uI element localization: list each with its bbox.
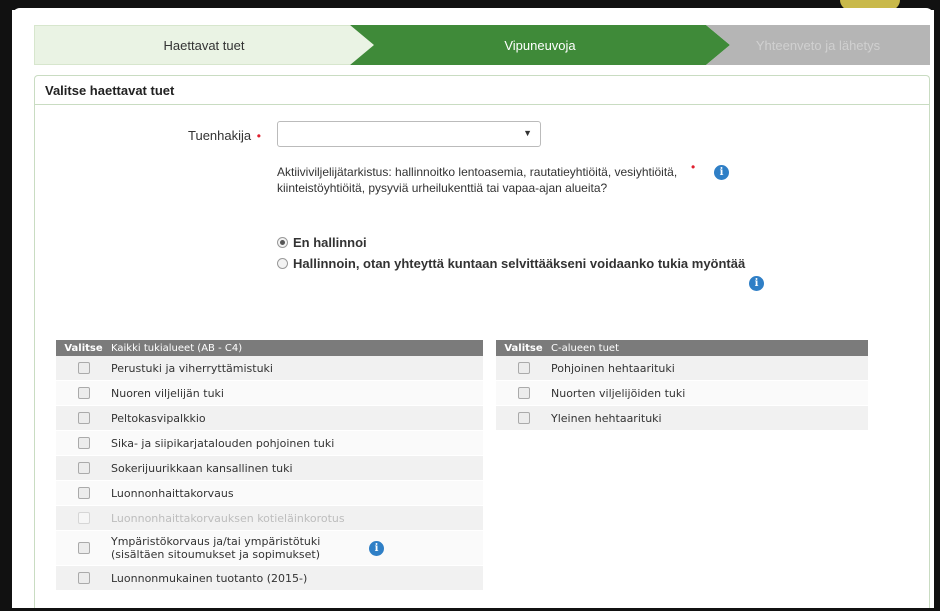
wizard-step-label: Vipuneuvoja xyxy=(504,37,576,53)
required-marker: • xyxy=(256,129,261,143)
table-row[interactable]: Yleinen hehtaarituki xyxy=(496,406,868,431)
checkbox[interactable] xyxy=(77,462,90,474)
applicant-select[interactable]: ▼ xyxy=(277,121,541,147)
row-label: Ympäristökorvaus ja/tai ympäristötuki (s… xyxy=(111,535,321,561)
checkbox xyxy=(77,512,90,524)
table-row: Luonnonhaittakorvauksen kotieläinkorotus xyxy=(56,506,483,531)
row-label: Nuorten viljelijöiden tuki xyxy=(551,386,686,400)
info-icon[interactable]: i xyxy=(749,276,764,291)
row-label: Peltokasvipalkkio xyxy=(111,411,206,425)
checkbox[interactable] xyxy=(517,412,530,424)
radio-button[interactable] xyxy=(277,258,288,269)
radio-option-not-managing[interactable]: En hallinnoi xyxy=(277,235,367,250)
radio-button[interactable] xyxy=(277,237,288,248)
wizard-step-guides[interactable]: Vipuneuvoja xyxy=(350,25,730,65)
table-body: Perustuki ja viherryttämistuki Nuoren vi… xyxy=(56,356,483,591)
column-header: Kaikki tukialueet (AB - C4) xyxy=(111,342,243,354)
row-label: Yleinen hehtaarituki xyxy=(551,411,662,425)
select-column-header: Valitse xyxy=(504,342,543,354)
checkbox[interactable] xyxy=(517,387,530,399)
applicant-label-text: Tuenhakija xyxy=(188,128,252,143)
table-row[interactable]: Sokerijuurikkaan kansallinen tuki xyxy=(56,456,483,481)
chevron-down-icon: ▼ xyxy=(523,128,532,138)
checkbox[interactable] xyxy=(77,362,90,374)
panel-title: Valitse haettavat tuet xyxy=(35,76,929,105)
select-column-header: Valitse xyxy=(64,342,103,354)
table-row[interactable]: Peltokasvipalkkio xyxy=(56,406,483,431)
wizard-step-selected-aids[interactable]: Haettavat tuet xyxy=(34,25,374,65)
table-row[interactable]: Pohjoinen hehtaarituki xyxy=(496,356,868,381)
checkbox[interactable] xyxy=(77,572,90,584)
checkbox[interactable] xyxy=(77,412,90,424)
table-row[interactable]: Ympäristökorvaus ja/tai ympäristötuki (s… xyxy=(56,531,483,566)
window-frame-right xyxy=(934,0,940,611)
info-icon[interactable]: i xyxy=(369,541,384,556)
column-header: C-alueen tuet xyxy=(551,342,619,354)
checkbox[interactable] xyxy=(77,387,90,399)
checkbox[interactable] xyxy=(77,542,90,554)
table-row[interactable]: Luonnonhaittakorvaus xyxy=(56,481,483,506)
row-label: Sokerijuurikkaan kansallinen tuki xyxy=(111,461,293,475)
row-label: Luonnonmukainen tuotanto (2015-) xyxy=(111,571,308,585)
table-row[interactable]: Sika- ja siipikarjatalouden pohjoinen tu… xyxy=(56,431,483,456)
info-icon[interactable]: i xyxy=(714,165,729,180)
checkbox[interactable] xyxy=(77,487,90,499)
wizard-step-label: Haettavat tuet xyxy=(163,37,245,53)
row-label: Luonnonhaittakorvauksen kotieläinkorotus xyxy=(111,511,345,525)
table-row[interactable]: Nuorten viljelijöiden tuki xyxy=(496,381,868,406)
checkbox[interactable] xyxy=(77,437,90,449)
wizard-step-label: Yhteenveto ja lähetys xyxy=(755,37,881,53)
table-body: Pohjoinen hehtaarituki Nuorten viljelijö… xyxy=(496,356,868,431)
row-label: Nuoren viljelijän tuki xyxy=(111,386,224,400)
radio-label: En hallinnoi xyxy=(293,235,367,250)
row-label: Pohjoinen hehtaarituki xyxy=(551,361,675,375)
table-header: Valitse Kaikki tukialueet (AB - C4) xyxy=(56,340,483,356)
applicant-label: Tuenhakija • xyxy=(188,128,261,143)
required-marker: • xyxy=(691,160,696,174)
wizard-steps: Haettavat tuet Vipuneuvoja Yhteenveto ja… xyxy=(34,25,930,65)
c-region-aid-table: Valitse C-alueen tuet Pohjoinen hehtaari… xyxy=(496,340,868,431)
radio-label: Hallinnoin, otan yhteyttä kuntaan selvit… xyxy=(293,256,746,271)
table-row[interactable]: Nuoren viljelijän tuki xyxy=(56,381,483,406)
all-regions-aid-table: Valitse Kaikki tukialueet (AB - C4) Peru… xyxy=(56,340,483,591)
table-header: Valitse C-alueen tuet xyxy=(496,340,868,356)
wizard-step-summary: Yhteenveto ja lähetys xyxy=(706,25,930,65)
radio-option-managing[interactable]: Hallinnoin, otan yhteyttä kuntaan selvit… xyxy=(277,256,745,271)
row-label: Perustuki ja viherryttämistuki xyxy=(111,361,273,375)
table-row[interactable]: Luonnonmukainen tuotanto (2015-) xyxy=(56,566,483,591)
active-farmer-question: Aktiiviviljelijätarkistus: hallinnoitko … xyxy=(277,165,678,195)
checkbox[interactable] xyxy=(517,362,530,374)
row-label: Luonnonhaittakorvaus xyxy=(111,486,234,500)
window-frame-left xyxy=(0,0,12,611)
table-row[interactable]: Perustuki ja viherryttämistuki xyxy=(56,356,483,381)
row-label: Sika- ja siipikarjatalouden pohjoinen tu… xyxy=(111,436,335,450)
